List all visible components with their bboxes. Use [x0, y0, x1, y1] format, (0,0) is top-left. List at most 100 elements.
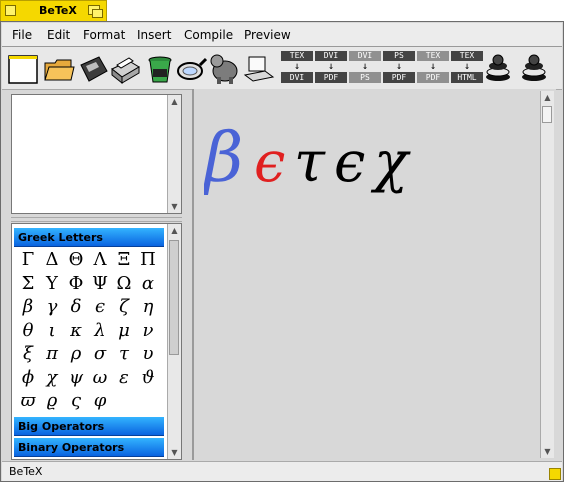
scroll-up-icon[interactable]: ▲ [541, 91, 554, 104]
greek-symbol-button[interactable]: Π [136, 248, 160, 272]
editor-scrollbar[interactable]: ▲ ▼ [540, 91, 554, 458]
convert-target-label: HTML [451, 72, 483, 83]
laptop-icon[interactable] [243, 53, 275, 85]
greek-symbol-button[interactable]: Ψ [88, 272, 112, 296]
greek-symbol-button[interactable]: ψ [64, 366, 88, 390]
convert-source-label: TEX [451, 51, 483, 61]
scroll-down-icon[interactable]: ▼ [168, 200, 181, 213]
greek-symbol-button[interactable]: ε [112, 366, 136, 390]
greek-symbol-button[interactable]: μ [112, 319, 136, 343]
menu-compile[interactable]: Compile [184, 28, 233, 42]
stack-coins-icon[interactable] [484, 51, 516, 83]
scroll-up-icon[interactable]: ▲ [168, 95, 181, 108]
greek-symbol-button[interactable]: ζ [112, 295, 136, 319]
scroll-down-icon[interactable]: ▼ [168, 446, 181, 459]
logo-letter: τ [294, 130, 326, 195]
greek-symbol-button[interactable]: γ [40, 295, 64, 319]
preview-pane[interactable]: ▲ ▼ [11, 94, 182, 214]
greek-symbol-button[interactable]: Ξ [112, 248, 136, 272]
menu-edit[interactable]: Edit [47, 28, 70, 42]
print-icon[interactable] [109, 53, 141, 85]
greek-symbol-button[interactable]: φ [88, 389, 112, 413]
greek-symbol-button[interactable]: ϱ [40, 389, 64, 413]
convert-source-label: DVI [315, 51, 347, 61]
section-binary-operators[interactable]: Binary Operators [14, 438, 164, 457]
convert-dvi-to-pdf-button[interactable]: DVI ↓ PDF [315, 51, 347, 83]
logo-letter: ϵ [334, 130, 365, 195]
open-folder-icon[interactable] [43, 53, 75, 85]
symbol-palette: Greek Letters ΓΔΘΛΞΠ ΣΥΦΨΩα βγδϵζη θικλμν ξπ… [11, 223, 182, 460]
greek-symbol-button[interactable]: ν [136, 319, 160, 343]
mascot-icon[interactable] [209, 53, 241, 85]
pane-splitter[interactable] [11, 217, 182, 222]
greek-symbol-button[interactable]: ς [64, 389, 88, 413]
magnifier-icon[interactable] [175, 53, 207, 85]
greek-symbol-button[interactable]: λ [88, 319, 112, 343]
greek-symbol-button[interactable]: Θ [64, 248, 88, 272]
menu-preview[interactable]: Preview [244, 28, 291, 42]
greek-symbol-button[interactable]: ξ [16, 342, 40, 366]
logo-letter: χ [370, 130, 411, 195]
scroll-up-icon[interactable]: ▲ [168, 224, 181, 237]
greek-symbol-button[interactable]: δ [64, 295, 88, 319]
greek-symbol-button[interactable]: Γ [16, 248, 40, 272]
main-window: File Edit Format Insert Compile Preview [0, 21, 564, 482]
greek-symbol-button[interactable]: β [16, 295, 40, 319]
convert-target-label: DVI [281, 72, 313, 83]
scroll-down-icon[interactable]: ▼ [541, 445, 554, 458]
greek-symbol-button[interactable]: σ [88, 342, 112, 366]
menu-format[interactable]: Format [83, 28, 125, 42]
menu-insert[interactable]: Insert [137, 28, 171, 42]
menu-bar: File Edit Format Insert Compile Preview [2, 23, 562, 47]
greek-symbol-button[interactable]: χ [40, 366, 64, 390]
greek-symbol-button[interactable]: Δ [40, 248, 64, 272]
close-box-icon[interactable] [5, 5, 16, 16]
logo-letter: ϵ [254, 130, 285, 195]
greek-symbol-button[interactable]: η [136, 295, 160, 319]
scroll-thumb[interactable] [542, 106, 552, 123]
zoom-box-icon[interactable] [88, 5, 103, 18]
convert-source-label: TEX [417, 51, 449, 61]
convert-tex-to-html-button[interactable]: TEX ↓ HTML [451, 51, 483, 83]
greek-symbol-button[interactable]: κ [64, 319, 88, 343]
greek-symbol-button[interactable]: Ω [112, 272, 136, 296]
greek-symbol-button[interactable]: α [136, 272, 160, 296]
greek-symbol-button[interactable]: θ [16, 319, 40, 343]
greek-symbol-button[interactable]: ϕ [16, 366, 40, 390]
symbols-scrollbar[interactable]: ▲ ▼ [167, 224, 181, 459]
trash-icon[interactable] [144, 53, 176, 85]
greek-symbol-button[interactable]: ω [88, 366, 112, 390]
convert-dvi-to-ps-button[interactable]: DVI ↓ PS [349, 51, 381, 83]
scroll-thumb[interactable] [169, 240, 179, 355]
greek-symbol-button[interactable]: Σ [16, 272, 40, 296]
greek-symbol-button[interactable]: Φ [64, 272, 88, 296]
convert-tex-to-pdf-button[interactable]: TEX ↓ PDF [417, 51, 449, 83]
convert-source-label: TEX [281, 51, 313, 61]
convert-tex-to-dvi-button[interactable]: TEX ↓ DVI [281, 51, 313, 83]
preview-scrollbar[interactable]: ▲ ▼ [167, 95, 181, 213]
greek-symbol-button[interactable]: Υ [40, 272, 64, 296]
greek-symbol-button[interactable]: Λ [88, 248, 112, 272]
greek-symbol-button[interactable]: ϑ [136, 366, 160, 390]
greek-symbol-button[interactable]: τ [112, 342, 136, 366]
stack-coins-alt-icon[interactable] [520, 51, 552, 83]
greek-symbol-button[interactable]: ϖ [16, 389, 40, 413]
betex-logo: βϵτϵχ [204, 119, 411, 198]
convert-ps-to-pdf-button[interactable]: PS ↓ PDF [383, 51, 415, 83]
greek-symbol-button[interactable]: ι [40, 319, 64, 343]
arrow-down-icon: ↓ [463, 61, 471, 72]
arrow-down-icon: ↓ [293, 61, 301, 72]
window-title-tab[interactable]: BeTeX [0, 0, 107, 21]
greek-symbol-button[interactable]: υ [136, 342, 160, 366]
greek-symbol-button[interactable]: ϵ [88, 295, 112, 319]
resize-grip-icon[interactable] [549, 468, 561, 480]
section-big-operators[interactable]: Big Operators [14, 417, 164, 436]
menu-file[interactable]: File [12, 28, 32, 42]
greek-symbol-button[interactable]: π [40, 342, 64, 366]
save-disk-icon[interactable] [77, 53, 109, 85]
editor-area[interactable]: βϵτϵχ ▲ ▼ [192, 89, 556, 460]
greek-symbol-button[interactable]: ρ [64, 342, 88, 366]
new-document-icon[interactable] [7, 53, 39, 85]
convert-target-label: PDF [417, 72, 449, 83]
section-greek-letters[interactable]: Greek Letters [14, 228, 164, 247]
